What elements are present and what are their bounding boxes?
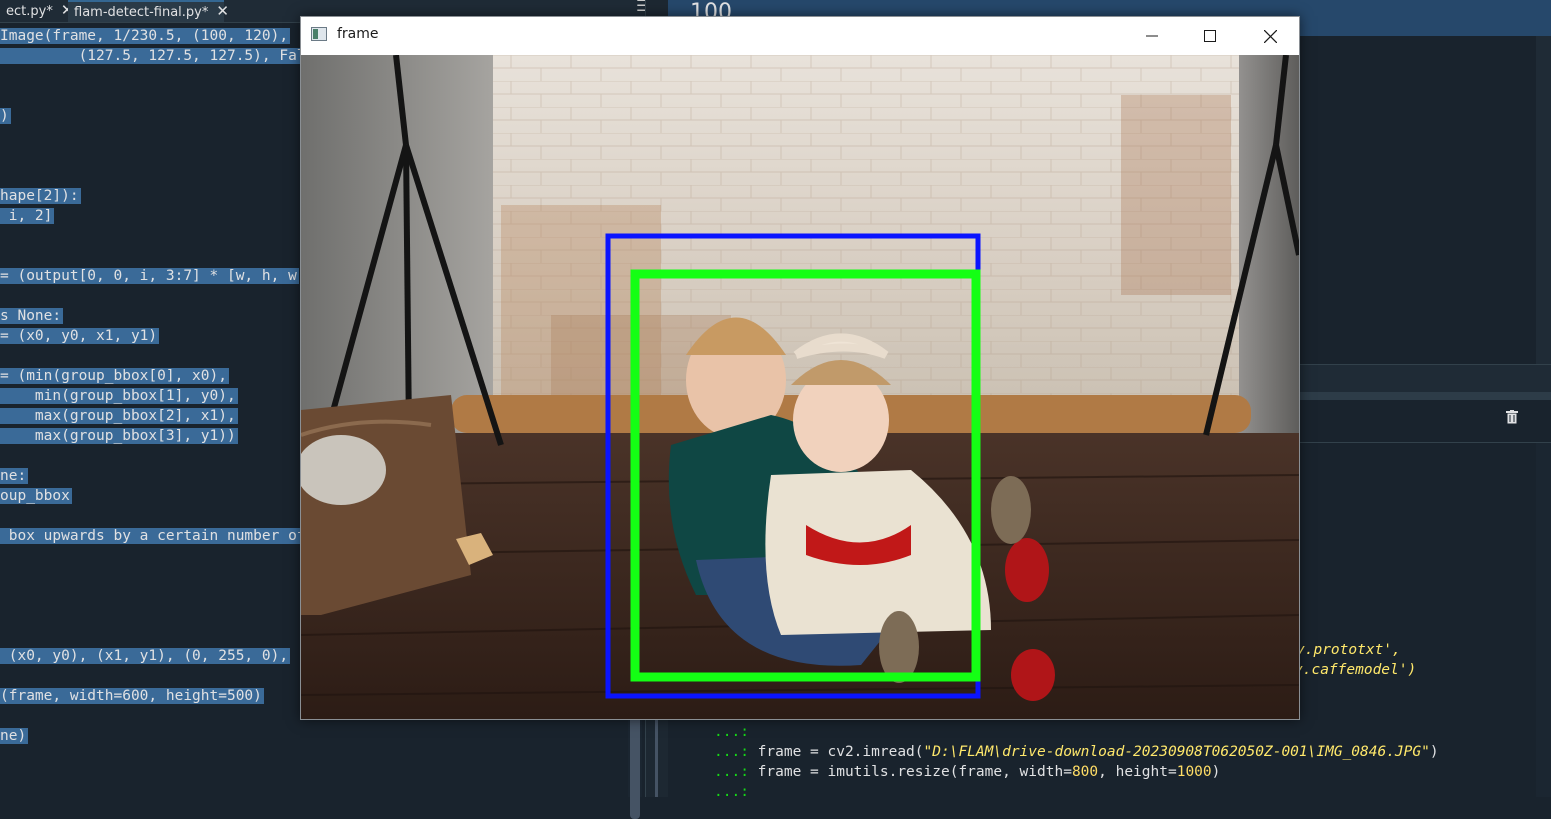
console-code: frame = cv2.imread( [748,744,924,760]
selected-code-text: Image(frame, 1/230.5, (100, 120), [0,28,291,44]
code-line: = (min(group_bbox[0], x0), [0,366,229,386]
selected-code-text: ne: [0,468,29,484]
selected-code-text: = (min(group_bbox[0], x0), [0,368,229,384]
selected-code-text: (frame, width=600, height=500) [0,688,264,704]
code-line: ne: [0,466,29,486]
code-line: min(group_bbox[1], y0), [0,386,238,406]
trash-icon[interactable] [1506,410,1518,424]
splitter-grip [655,720,658,797]
code-line: hape[2]): [0,186,81,206]
console-line: ...: frame = imutils.resize(frame, width… [714,762,1220,782]
continuation-prompt: ...: [714,724,749,740]
continuation-prompt: ...: [714,764,749,780]
selected-code-text: ) [0,108,11,124]
string-literal-fragment: y.caffemodel') [1294,662,1417,678]
code-line: oup_bbox [0,486,72,506]
selected-code-text: = (x0, y0, x1, y1) [0,328,160,344]
close-button[interactable] [1241,17,1299,55]
window-titlebar[interactable]: frame [301,17,1299,55]
code-line: ne) [0,726,29,746]
number-literal: 1000 [1176,764,1212,780]
tab-flam-detect-final[interactable]: flam-detect-final.py* ✕ [68,0,229,22]
selected-code-text: max(group_bbox[2], x1), [0,408,238,424]
console-code: ) [1211,764,1221,780]
selected-code-text: = (output[0, 0, i, 3:7] * [w, h, w [0,268,299,284]
close-icon [1263,29,1277,43]
selected-code-text: box upwards by a certain number of [0,528,308,544]
selected-code-text: min(group_bbox[1], y0), [0,388,238,404]
number-literal: 800 [1071,764,1099,780]
selected-code-text: max(group_bbox[3], y1)) [0,428,238,444]
selected-code-text: hape[2]): [0,188,81,204]
console-code: frame = imutils.resize(frame, width= [748,764,1072,780]
code-line: ) [0,106,11,126]
frame-window[interactable]: frame [300,16,1300,720]
app-icon [311,27,327,41]
selected-code-text: (x0, y0), (x1, y1), (0, 255, 0), [0,648,291,664]
tab-label: ect.py* [6,4,53,19]
selected-code-text: s None: [0,308,64,324]
code-line: max(group_bbox[3], y1)) [0,426,238,446]
continuation-prompt: ...: [714,744,749,760]
variable-explorer-scrollbar[interactable] [1536,36,1551,364]
close-icon[interactable]: ✕ [216,2,229,20]
maximize-icon [1204,30,1216,42]
console-line: ...: [714,722,749,742]
code-line: box upwards by a certain number of [0,526,308,546]
selected-code-text: i, 2] [0,208,55,224]
code-line: = (x0, y0, x1, y1) [0,326,160,346]
code-line: i, 2] [0,206,55,226]
console-line: ...: frame = cv2.imread("D:\FLAM\drive-d… [714,742,1439,762]
continuation-prompt: ...: [714,784,749,800]
window-title: frame [337,26,379,42]
selected-code-text: oup_bbox [0,488,72,504]
photo-icon [301,55,1299,719]
code-line: (x0, y0), (x1, y1), (0, 255, 0), [0,646,291,666]
selected-code-text: ne) [0,728,29,744]
code-line: (127.5, 127.5, 127.5), False [0,46,326,66]
code-line: (frame, width=600, height=500) [0,686,264,706]
maximize-button[interactable] [1181,17,1239,55]
photo-display [301,55,1299,719]
code-line: Image(frame, 1/230.5, (100, 120), [0,26,291,46]
minimize-icon [1146,35,1158,37]
code-line: s None: [0,306,64,326]
code-line: = (output[0, 0, i, 3:7] * [w, h, w [0,266,299,286]
string-literal-fragment: y.prototxt', [1296,642,1401,658]
selected-code-text: (127.5, 127.5, 127.5), False [0,48,326,64]
console-scrollbar[interactable] [1536,443,1551,797]
minimize-button[interactable] [1123,17,1181,55]
console-code: ) [1429,744,1439,760]
string-literal: "D:\FLAM\drive-download-20230908T062050Z… [923,744,1430,760]
console-line: ...: [714,782,749,802]
code-line: max(group_bbox[2], x1), [0,406,238,426]
tab-detect[interactable]: ect.py*✕ [0,0,73,22]
tab-label: flam-detect-final.py* [74,5,209,20]
console-code: , height= [1098,764,1177,780]
